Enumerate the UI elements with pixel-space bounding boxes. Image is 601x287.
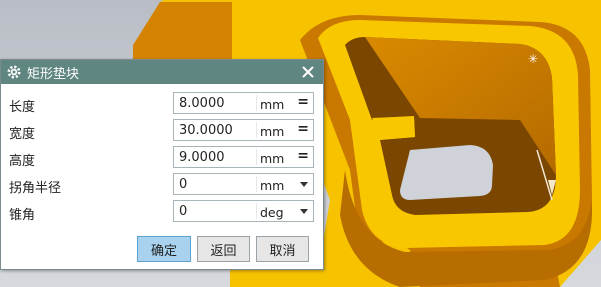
corner-radius-row: 拐角半径 0 mm <box>1 173 325 197</box>
height-field[interactable]: 9.0000 mm = <box>173 146 314 168</box>
field-divider <box>256 203 257 219</box>
taper-angle-unit: deg <box>260 205 284 220</box>
length-unit: mm <box>260 97 285 112</box>
corner-radius-field[interactable]: 0 mm <box>173 173 314 195</box>
gear-icon <box>3 64 25 80</box>
corner-radius-value[interactable]: 0 <box>179 177 187 192</box>
equals-icon[interactable]: = <box>297 121 309 137</box>
height-row: 高度 9.0000 mm = <box>1 146 325 170</box>
model-cavity-floor <box>400 145 493 200</box>
taper-angle-label: 锥角 <box>9 208 36 223</box>
corner-radius-label: 拐角半径 <box>9 181 62 196</box>
dialog-titlebar[interactable]: 矩形垫块 <box>1 60 323 84</box>
taper-angle-value[interactable]: 0 <box>179 204 187 219</box>
field-divider <box>256 95 257 111</box>
dialog-title: 矩形垫块 <box>27 66 80 82</box>
height-label: 高度 <box>9 154 36 169</box>
close-icon[interactable] <box>299 63 317 81</box>
width-unit: mm <box>260 124 285 139</box>
corner-radius-unit: mm <box>260 178 285 193</box>
field-divider <box>256 122 257 138</box>
back-button[interactable]: 返回 <box>197 236 250 262</box>
length-label: 长度 <box>9 100 36 115</box>
model-origin-marker: ✳ <box>528 52 538 66</box>
length-field[interactable]: 8.0000 mm = <box>173 92 314 114</box>
field-divider <box>256 176 257 192</box>
height-unit: mm <box>260 151 285 166</box>
width-row: 宽度 30.0000 mm = <box>1 119 325 143</box>
length-row: 长度 8.0000 mm = <box>1 92 325 116</box>
width-value[interactable]: 30.0000 <box>179 123 233 138</box>
field-divider <box>256 149 257 165</box>
height-value[interactable]: 9.0000 <box>179 150 225 165</box>
taper-angle-row: 锥角 0 deg <box>1 200 325 224</box>
ok-button[interactable]: 确定 <box>137 236 191 262</box>
model-left-block-top <box>160 0 236 2</box>
width-label: 宽度 <box>9 127 36 142</box>
equals-icon[interactable]: = <box>297 94 309 110</box>
taper-angle-field[interactable]: 0 deg <box>173 200 314 222</box>
length-value[interactable]: 8.0000 <box>179 96 225 111</box>
equals-icon[interactable]: = <box>297 148 309 164</box>
chevron-down-icon[interactable] <box>300 182 308 187</box>
width-field[interactable]: 30.0000 mm = <box>173 119 314 141</box>
cancel-button[interactable]: 取消 <box>256 236 309 262</box>
chevron-down-icon[interactable] <box>300 209 308 214</box>
